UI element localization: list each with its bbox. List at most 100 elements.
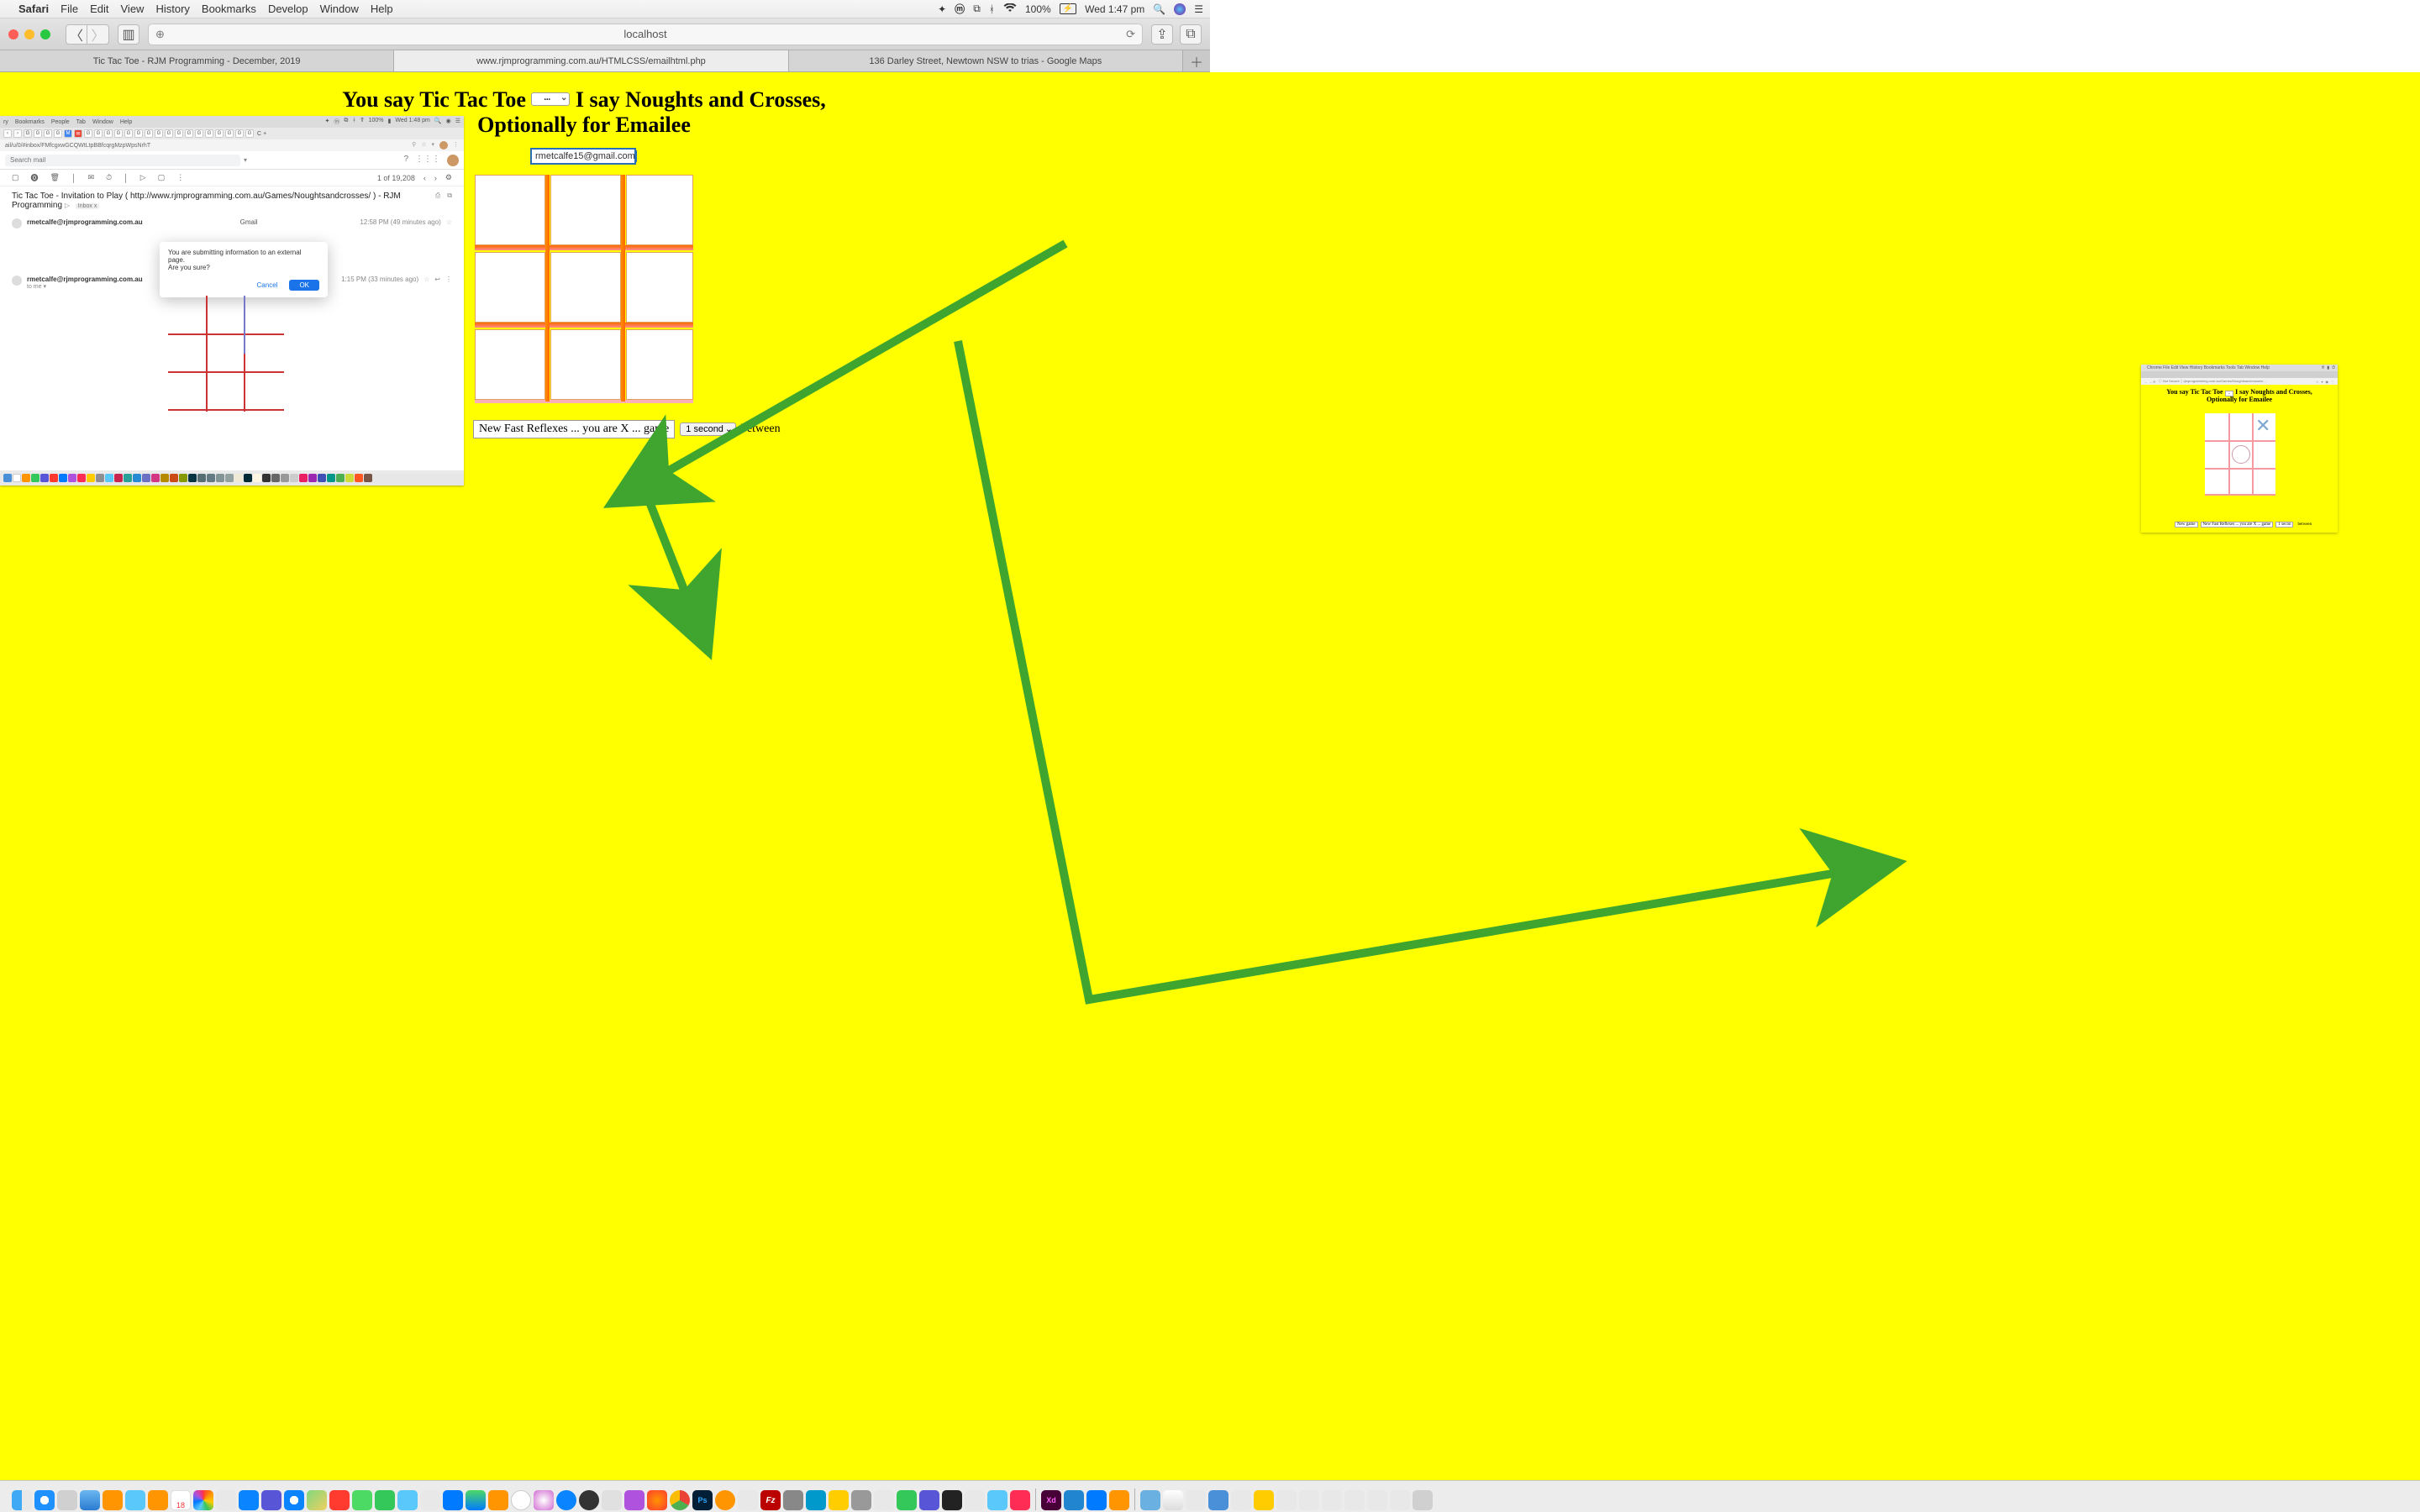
dock-app-icon[interactable] xyxy=(874,1490,894,1510)
tab-googlemaps[interactable]: 136 Darley Street, Newtown NSW to trias … xyxy=(789,50,1183,71)
notification-center-icon[interactable]: ☰ xyxy=(1194,3,1203,15)
ttt-cell-2-1[interactable] xyxy=(550,329,621,400)
siri-icon[interactable] xyxy=(1174,3,1186,15)
gmail-search-input[interactable] xyxy=(5,155,240,166)
dock-app-icon[interactable] xyxy=(1086,1490,1107,1510)
menu-edit[interactable]: Edit xyxy=(90,3,108,15)
dock-app-mamp[interactable] xyxy=(783,1490,803,1510)
dock-app-messages[interactable] xyxy=(375,1490,395,1510)
show-tabs-button[interactable]: ⧉ xyxy=(1180,24,1202,45)
dock-app-icon[interactable] xyxy=(1010,1490,1030,1510)
cm-interval-select[interactable]: 1 secon xyxy=(2275,522,2293,528)
dock-app-icon[interactable] xyxy=(1064,1490,1084,1510)
dock-app-icon[interactable] xyxy=(624,1490,644,1510)
dock-app-photos[interactable] xyxy=(193,1490,213,1510)
dock-app-icon[interactable] xyxy=(488,1490,508,1510)
close-window-button[interactable] xyxy=(8,29,18,39)
bluetooth-icon[interactable]: ᚼ xyxy=(989,3,995,15)
ttt-cell-2-2[interactable] xyxy=(626,329,693,400)
dock-app-chrome[interactable] xyxy=(670,1490,690,1510)
dock-app-pages[interactable] xyxy=(103,1490,123,1510)
dock-app-icon[interactable] xyxy=(1344,1490,1365,1510)
cancel-button[interactable]: Cancel xyxy=(254,280,281,291)
dock-app-maps[interactable] xyxy=(307,1490,327,1510)
dock-app-itunes[interactable] xyxy=(534,1490,554,1510)
dock-app-mail[interactable] xyxy=(80,1490,100,1510)
dock-app-trash[interactable] xyxy=(1413,1490,1433,1510)
menuextra-icon[interactable]: ⓜ xyxy=(955,2,965,16)
sidebar-button[interactable]: ▥ xyxy=(118,24,139,45)
dock-app-safari[interactable] xyxy=(34,1490,55,1510)
dock-app-icon[interactable] xyxy=(1254,1490,1274,1510)
menu-file[interactable]: File xyxy=(60,3,78,15)
status-text-box[interactable]: New Fast Reflexes ... you are X ... game xyxy=(473,420,675,438)
reload-icon[interactable]: ⟳ xyxy=(1126,28,1135,41)
tab-emailhtml[interactable]: www.rjmprogramming.com.au/HTMLCSS/emailh… xyxy=(394,50,788,71)
dock-app-terminal[interactable] xyxy=(261,1490,281,1510)
dock-app-icon[interactable] xyxy=(352,1490,372,1510)
dock-app-icon[interactable] xyxy=(987,1490,1007,1510)
dock-app-icon[interactable] xyxy=(715,1490,735,1510)
dock-app-icon[interactable] xyxy=(511,1490,531,1510)
zoom-window-button[interactable] xyxy=(40,29,50,39)
ttt-cell-0-1[interactable] xyxy=(550,175,621,245)
menu-help[interactable]: Help xyxy=(371,3,393,15)
dock-app-icon[interactable] xyxy=(1276,1490,1297,1510)
menubar-app[interactable]: Safari xyxy=(18,3,49,15)
new-tab-button[interactable]: ＋ xyxy=(1183,50,1210,71)
dock-app-icon[interactable] xyxy=(1299,1490,1319,1510)
ttt-cell-1-2[interactable] xyxy=(626,252,693,323)
dock-app-icon[interactable] xyxy=(851,1490,871,1510)
dock-app-filezilla[interactable]: Fz xyxy=(760,1490,781,1510)
dock-app-systemprefs[interactable] xyxy=(239,1490,259,1510)
dock-app-icon[interactable] xyxy=(1390,1490,1410,1510)
menuextra-icon[interactable]: ✦ xyxy=(938,3,946,15)
ttt-cell-1-0[interactable] xyxy=(475,252,545,323)
forward-button[interactable]: 〉 xyxy=(87,24,109,45)
dock-app-icon[interactable] xyxy=(738,1490,758,1510)
dock-app-icon[interactable] xyxy=(965,1490,985,1510)
dock-app-launchpad[interactable] xyxy=(57,1490,77,1510)
menu-history[interactable]: History xyxy=(155,3,189,15)
dock-app-icon[interactable] xyxy=(1322,1490,1342,1510)
dock-app-icon[interactable] xyxy=(829,1490,849,1510)
dock-app-firefox[interactable] xyxy=(647,1490,667,1510)
dock-app-photoshop[interactable]: Ps xyxy=(692,1490,713,1510)
ttt-cell-0-0[interactable] xyxy=(475,175,545,245)
newgame-button[interactable]: New game xyxy=(2175,522,2198,528)
dock-app-preview[interactable] xyxy=(125,1490,145,1510)
dock-app-icon[interactable] xyxy=(420,1490,440,1510)
dock-app-icon[interactable] xyxy=(1208,1490,1228,1510)
dock-app-icloud[interactable] xyxy=(397,1490,418,1510)
menu-bookmarks[interactable]: Bookmarks xyxy=(202,3,256,15)
share-button[interactable]: ⇪ xyxy=(1151,24,1173,45)
dock-app-numbers[interactable] xyxy=(466,1490,486,1510)
dock-app-appstore[interactable] xyxy=(216,1490,236,1510)
dock-app-icon[interactable] xyxy=(806,1490,826,1510)
dock-app-icon[interactable] xyxy=(443,1490,463,1510)
dock-app-icon[interactable] xyxy=(579,1490,599,1510)
dock-app-calendar[interactable]: 18 xyxy=(171,1490,191,1510)
email-input[interactable]: rmetcalfe15@gmail.com xyxy=(530,148,636,165)
dock-app-finder[interactable] xyxy=(12,1490,32,1510)
menu-view[interactable]: View xyxy=(121,3,145,15)
dock-app-icon[interactable] xyxy=(942,1490,962,1510)
ttt-cell-1-1[interactable] xyxy=(550,252,621,323)
menu-window[interactable]: Window xyxy=(320,3,359,15)
minimize-window-button[interactable] xyxy=(24,29,34,39)
spotlight-icon[interactable]: 🔍 xyxy=(1153,3,1165,15)
dock-app-safari2[interactable] xyxy=(284,1490,304,1510)
dock-app-icon[interactable] xyxy=(1109,1490,1129,1510)
dock-app-icon[interactable] xyxy=(1367,1490,1387,1510)
dock-app-icon[interactable] xyxy=(1186,1490,1206,1510)
dock-app-icon[interactable] xyxy=(897,1490,917,1510)
dock-app-icon[interactable] xyxy=(919,1490,939,1510)
tab-tictactoe[interactable]: Tic Tac Toe - RJM Programming - December… xyxy=(0,50,394,71)
add-page-icon[interactable]: ⊕ xyxy=(155,28,165,41)
dock-app-icon[interactable] xyxy=(329,1490,350,1510)
headline-select[interactable]: ... xyxy=(531,92,570,106)
interval-select[interactable]: 1 second xyxy=(680,423,736,436)
dock-app-xd[interactable]: Xd xyxy=(1041,1490,1061,1510)
wifi-icon[interactable] xyxy=(1003,3,1017,15)
menubar-clock[interactable]: Wed 1:47 pm xyxy=(1085,3,1144,15)
